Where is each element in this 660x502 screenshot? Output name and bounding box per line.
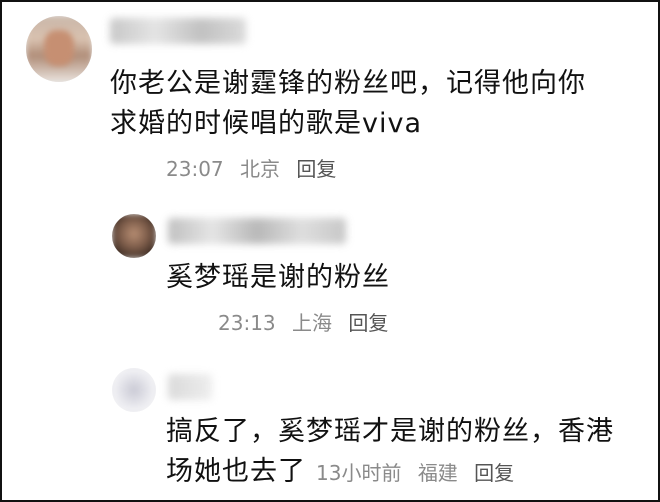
timestamp: 23:07 [166, 157, 224, 181]
location: 上海 [292, 311, 332, 335]
comment-meta: 23:13 上海 回复 [218, 310, 398, 336]
reply-button[interactable]: 回复 [474, 461, 514, 485]
comment-thread: 你老公是谢霆锋的粉丝吧，记得他向你 求婚的时候唱的歌是viva 23:07 北京… [0, 0, 660, 502]
reply-button[interactable]: 回复 [296, 157, 336, 181]
username-redacted[interactable] [168, 374, 212, 400]
reply-button[interactable]: 回复 [348, 311, 388, 335]
timestamp: 23:13 [218, 311, 276, 335]
comment-meta: 13小时前 福建 回复 [316, 460, 524, 486]
comment-meta: 23:07 北京 回复 [166, 156, 346, 182]
avatar[interactable] [112, 214, 156, 258]
comment-text-line: 你老公是谢霆锋的粉丝吧，记得他向你 [110, 68, 586, 99]
location: 北京 [240, 157, 280, 181]
avatar[interactable] [26, 16, 92, 82]
avatar[interactable] [112, 368, 156, 412]
comment-text-line: 奚梦瑶是谢的粉丝 [166, 262, 390, 293]
timestamp: 13小时前 [316, 461, 402, 485]
username-redacted[interactable] [110, 18, 246, 44]
comment-text: 你老公是谢霆锋的粉丝吧，记得他向你 求婚的时候唱的歌是viva [110, 64, 586, 144]
location: 福建 [417, 461, 458, 485]
comment-text: 奚梦瑶是谢的粉丝 [166, 258, 390, 298]
comment-text: 搞反了，奚梦瑶才是谢的粉丝，香港 [166, 412, 614, 452]
username-redacted[interactable] [168, 218, 346, 244]
comment-text-line: 场她也去了 [166, 456, 306, 487]
comment-text-line: 求婚的时候唱的歌是viva [110, 108, 423, 139]
comment-text: 场她也去了 [166, 452, 306, 492]
comment-text-line: 搞反了，奚梦瑶才是谢的粉丝，香港 [166, 416, 614, 447]
